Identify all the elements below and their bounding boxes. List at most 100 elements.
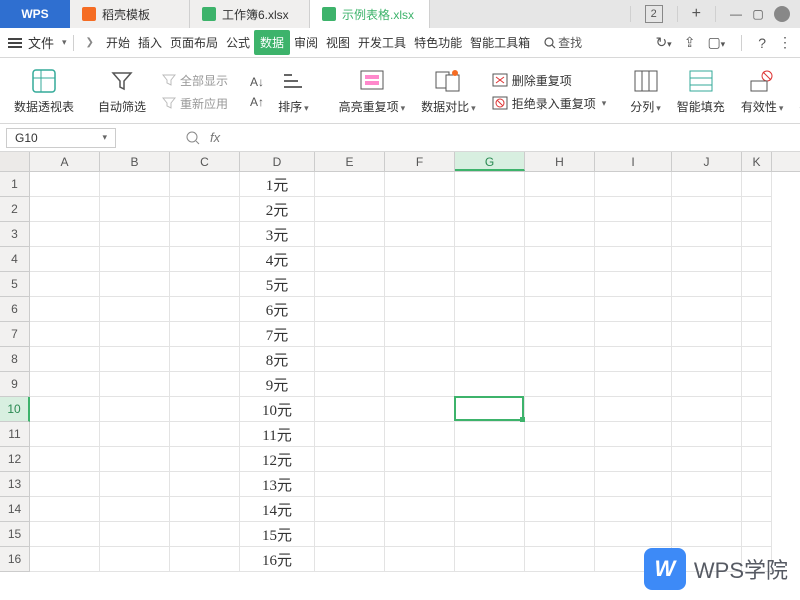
- cell-I9[interactable]: [595, 372, 672, 397]
- cell-J8[interactable]: [672, 347, 742, 372]
- user-avatar[interactable]: [774, 6, 790, 22]
- cell-G12[interactable]: [455, 447, 525, 472]
- name-box[interactable]: G10 ▾: [6, 128, 116, 148]
- new-tab-button[interactable]: +: [692, 5, 701, 23]
- cell-B9[interactable]: [100, 372, 170, 397]
- cell-F5[interactable]: [385, 272, 455, 297]
- row-header-2[interactable]: 2: [0, 197, 30, 222]
- sort-asc-icon[interactable]: A↓: [250, 75, 264, 89]
- cell-H7[interactable]: [525, 322, 595, 347]
- cell-A13[interactable]: [30, 472, 100, 497]
- highlight-dup-button[interactable]: 高亮重复项▾: [331, 60, 414, 123]
- cell-B3[interactable]: [100, 222, 170, 247]
- cell-B4[interactable]: [100, 247, 170, 272]
- cell-D13[interactable]: 13元: [240, 472, 315, 497]
- search-button[interactable]: 查找: [544, 34, 582, 51]
- cell-J5[interactable]: [672, 272, 742, 297]
- cell-F9[interactable]: [385, 372, 455, 397]
- cell-A4[interactable]: [30, 247, 100, 272]
- cell-D6[interactable]: 6元: [240, 297, 315, 322]
- cell-G14[interactable]: [455, 497, 525, 522]
- cell-E10[interactable]: [315, 397, 385, 422]
- cell-D11[interactable]: 11元: [240, 422, 315, 447]
- cell-E11[interactable]: [315, 422, 385, 447]
- cell-E13[interactable]: [315, 472, 385, 497]
- cell-E12[interactable]: [315, 447, 385, 472]
- cell-D14[interactable]: 14元: [240, 497, 315, 522]
- qat-overflow[interactable]: ❯: [80, 37, 100, 48]
- cell-F4[interactable]: [385, 247, 455, 272]
- sync-icon[interactable]: ↻▾: [655, 34, 671, 51]
- col-header-D[interactable]: D: [240, 152, 315, 171]
- cell-C8[interactable]: [170, 347, 240, 372]
- cell-D8[interactable]: 8元: [240, 347, 315, 372]
- cell-F15[interactable]: [385, 522, 455, 547]
- cell-G3[interactable]: [455, 222, 525, 247]
- cell-D3[interactable]: 3元: [240, 222, 315, 247]
- cell-G16[interactable]: [455, 547, 525, 572]
- show-all-button[interactable]: 全部显示: [162, 72, 228, 89]
- cell-K14[interactable]: [742, 497, 772, 522]
- cell-E1[interactable]: [315, 172, 385, 197]
- cell-G4[interactable]: [455, 247, 525, 272]
- cell-D5[interactable]: 5元: [240, 272, 315, 297]
- col-header-C[interactable]: C: [170, 152, 240, 171]
- cell-E6[interactable]: [315, 297, 385, 322]
- doc-tab-example[interactable]: 示例表格.xlsx: [310, 0, 430, 28]
- cell-C3[interactable]: [170, 222, 240, 247]
- row-header-14[interactable]: 14: [0, 497, 30, 522]
- text-to-columns-button[interactable]: 分列▾: [622, 60, 669, 123]
- cell-J11[interactable]: [672, 422, 742, 447]
- cell-E3[interactable]: [315, 222, 385, 247]
- zoom-icon[interactable]: [186, 131, 200, 145]
- cell-G8[interactable]: [455, 347, 525, 372]
- cell-J2[interactable]: [672, 197, 742, 222]
- cell-E5[interactable]: [315, 272, 385, 297]
- cell-B2[interactable]: [100, 197, 170, 222]
- file-menu[interactable]: 文件: [28, 33, 54, 52]
- cell-J15[interactable]: [672, 522, 742, 547]
- cell-F13[interactable]: [385, 472, 455, 497]
- cell-I12[interactable]: [595, 447, 672, 472]
- cell-E16[interactable]: [315, 547, 385, 572]
- more-icon[interactable]: ⋮: [778, 34, 792, 51]
- ribbon-tab-9[interactable]: 智能工具箱: [466, 30, 534, 55]
- cell-C9[interactable]: [170, 372, 240, 397]
- cell-C2[interactable]: [170, 197, 240, 222]
- row-header-16[interactable]: 16: [0, 547, 30, 572]
- cell-B12[interactable]: [100, 447, 170, 472]
- cell-I7[interactable]: [595, 322, 672, 347]
- delete-dup-button[interactable]: 删除重复项: [492, 72, 572, 89]
- doc-tab-template[interactable]: 稻壳模板: [70, 0, 190, 28]
- cell-K10[interactable]: [742, 397, 772, 422]
- ribbon-tab-2[interactable]: 页面布局: [166, 30, 222, 55]
- cell-C15[interactable]: [170, 522, 240, 547]
- cell-A7[interactable]: [30, 322, 100, 347]
- cell-B15[interactable]: [100, 522, 170, 547]
- cell-E15[interactable]: [315, 522, 385, 547]
- doc-tab-workbook6[interactable]: 工作簿6.xlsx: [190, 0, 310, 28]
- cell-B11[interactable]: [100, 422, 170, 447]
- cell-K12[interactable]: [742, 447, 772, 472]
- cell-I6[interactable]: [595, 297, 672, 322]
- cell-F8[interactable]: [385, 347, 455, 372]
- reject-dup-button[interactable]: 拒绝录入重复项▾: [492, 95, 607, 112]
- col-header-A[interactable]: A: [30, 152, 100, 171]
- cell-G2[interactable]: [455, 197, 525, 222]
- cell-D16[interactable]: 16元: [240, 547, 315, 572]
- ribbon-tab-3[interactable]: 公式: [222, 30, 254, 55]
- col-header-H[interactable]: H: [525, 152, 595, 171]
- row-header-8[interactable]: 8: [0, 347, 30, 372]
- cell-C14[interactable]: [170, 497, 240, 522]
- cell-C4[interactable]: [170, 247, 240, 272]
- cell-D15[interactable]: 15元: [240, 522, 315, 547]
- save-icon[interactable]: ▢▾: [707, 34, 725, 51]
- cell-I5[interactable]: [595, 272, 672, 297]
- cell-J4[interactable]: [672, 247, 742, 272]
- cell-I4[interactable]: [595, 247, 672, 272]
- cell-E2[interactable]: [315, 197, 385, 222]
- cell-G9[interactable]: [455, 372, 525, 397]
- row-header-11[interactable]: 11: [0, 422, 30, 447]
- cell-D10[interactable]: 10元: [240, 397, 315, 422]
- col-header-K[interactable]: K: [742, 152, 772, 171]
